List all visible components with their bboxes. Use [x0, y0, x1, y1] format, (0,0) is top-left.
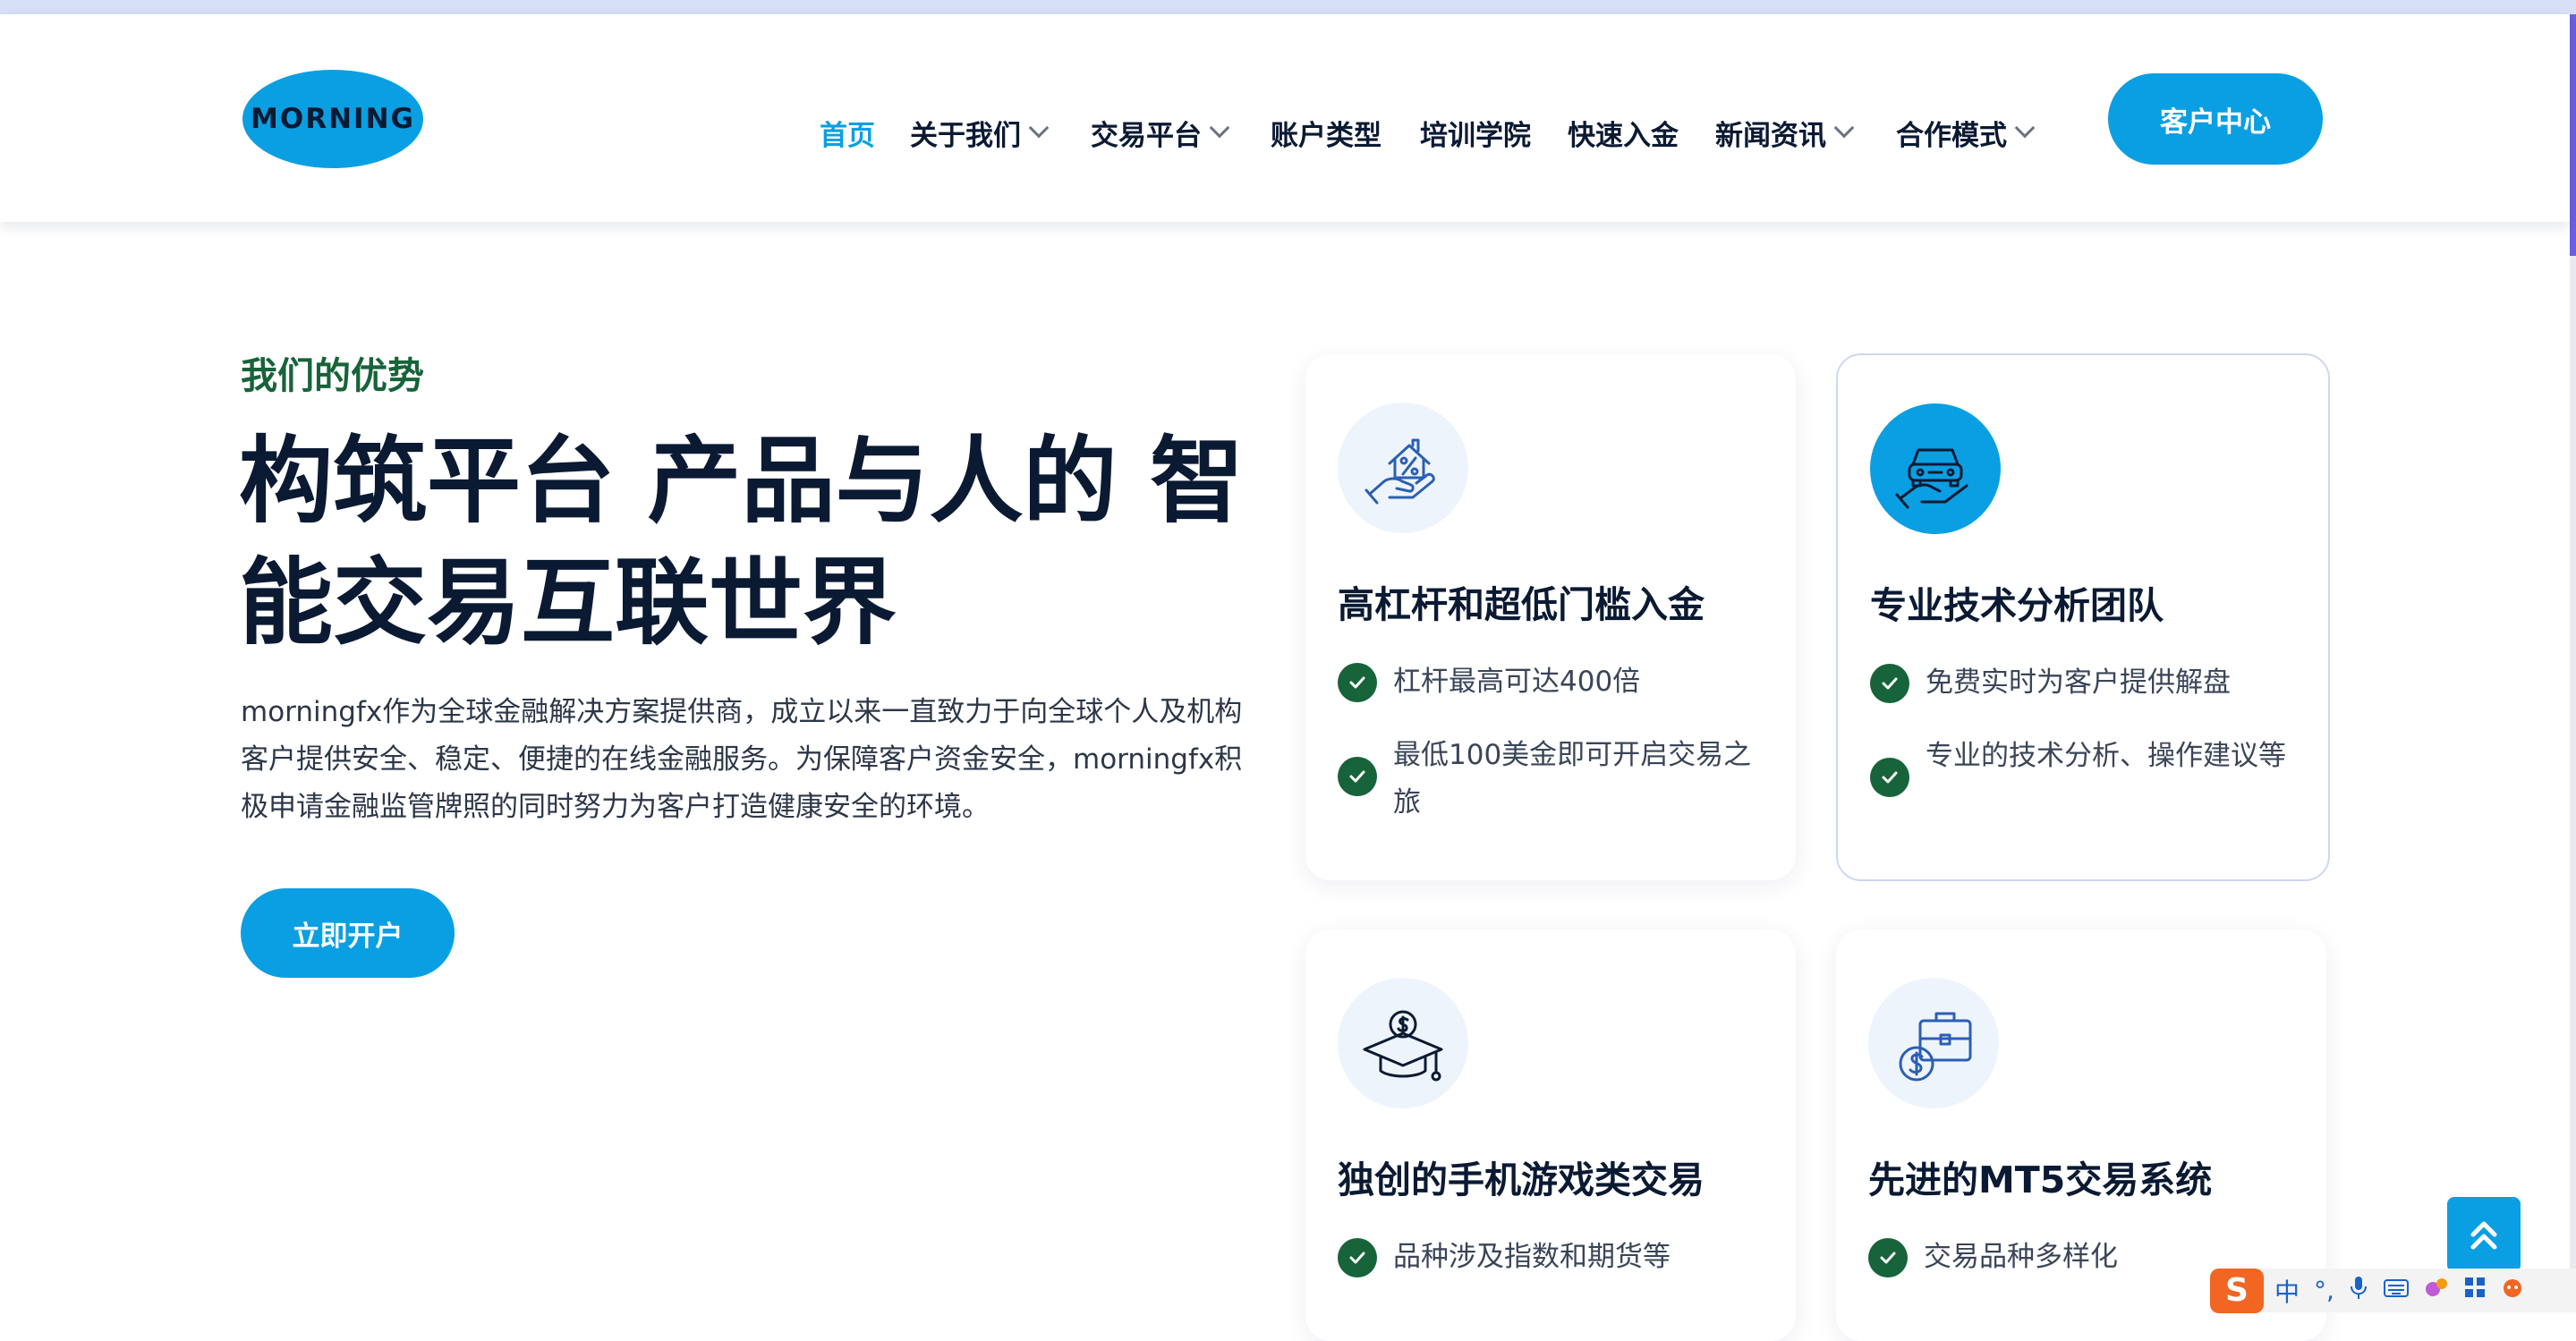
nav-item-academy[interactable]: 培训学院: [1420, 100, 1531, 165]
nav-item-account-types[interactable]: 账户类型: [1271, 100, 1382, 165]
skin-icon[interactable]: [2424, 1275, 2449, 1306]
nav-label: 交易平台: [1091, 119, 1202, 152]
headline-line-1: 构筑平台 产品与人的 智: [239, 427, 1245, 536]
logo[interactable]: MORNING: [242, 70, 423, 168]
nav-label: 关于我们: [910, 119, 1021, 152]
graduation-cap-dollar-icon: [1338, 978, 1468, 1108]
feature-text: 交易品种多样化: [1924, 1241, 2118, 1273]
headline-line-2: 能交易互联世界: [239, 548, 897, 658]
chevron-down-icon: [1028, 117, 1050, 139]
ime-logo[interactable]: S: [2210, 1268, 2264, 1313]
client-center-button[interactable]: 客户中心: [2108, 73, 2323, 165]
nav-label: 账户类型: [1271, 119, 1382, 152]
card-title: 专业技术分析团队: [1870, 584, 2164, 627]
ime-toolbar: S 中 °,: [2210, 1268, 2576, 1313]
open-account-label: 立即开户: [292, 920, 404, 953]
section-subtitle: 我们的优势: [241, 354, 424, 397]
nav-label: 合作模式: [1896, 119, 2007, 152]
feature-card-analysis-team: 专业技术分析团队 免费实时为客户提供解盘 专业的技术分析、操作建议等: [1836, 353, 2330, 881]
hero-description: morningfx作为全球金融解决方案提供商，成立以来一直致力于向全球个人及机构…: [241, 696, 1243, 823]
site-header: MORNING 首页 关于我们 交易平台 账户类型 培训学院 快速入金 新闻资讯…: [0, 14, 2570, 222]
feature-text: 杠杆最高可达400倍: [1393, 666, 1641, 698]
microphone-icon[interactable]: [2349, 1275, 2368, 1306]
scroll-to-top-button[interactable]: [2447, 1197, 2521, 1272]
house-in-hand-icon: [1338, 403, 1468, 533]
chevron-down-icon: [1209, 117, 1230, 139]
feature-text: 免费实时为客户提供解盘: [1926, 666, 2231, 699]
ime-mode-toggle[interactable]: 中: [2274, 1273, 2300, 1309]
chevron-down-icon: [2014, 117, 2036, 139]
nav-item-news[interactable]: 新闻资讯: [1715, 100, 1855, 165]
nav-item-about[interactable]: 关于我们: [910, 100, 1050, 165]
feature-card-leverage: 高杠杆和超低门槛入金 杠杆最高可达400倍 最低100美金即可开启交易之旅: [1305, 354, 1796, 880]
logo-text: MORNING: [251, 103, 415, 135]
card-title: 高杠杆和超低门槛入金: [1338, 583, 1705, 626]
keyboard-icon[interactable]: [2383, 1276, 2410, 1305]
scrollbar-thumb[interactable]: [2570, 14, 2576, 256]
car-in-hand-icon: [1870, 403, 2001, 534]
feature-item: 专业的技术分析、操作建议等: [1870, 733, 2301, 797]
feature-item: 品种涉及指数和期货等: [1338, 1234, 1769, 1281]
card-title: 独创的手机游戏类交易: [1338, 1159, 1705, 1201]
toolbox-icon[interactable]: [2463, 1276, 2487, 1305]
nav-item-home[interactable]: 首页: [820, 100, 875, 165]
feature-text: 最低100美金即可开启交易之旅: [1393, 739, 1752, 819]
feature-text: 品种涉及指数和期货等: [1393, 1241, 1671, 1273]
nav-item-platform[interactable]: 交易平台: [1091, 100, 1230, 165]
mascot-icon[interactable]: [2501, 1276, 2524, 1305]
feature-item: 杠杆最高可达400倍: [1338, 658, 1769, 706]
nav-label: 首页: [820, 119, 875, 152]
nav-label: 快速入金: [1568, 119, 1679, 152]
nav-label: 培训学院: [1420, 119, 1531, 152]
open-account-button[interactable]: 立即开户: [241, 888, 455, 978]
feature-item: 最低100美金即可开启交易之旅: [1338, 732, 1769, 827]
chevron-down-icon: [1833, 117, 1855, 139]
feature-text: 专业的技术分析、操作建议等: [1926, 740, 2286, 772]
check-circle-icon: [1870, 664, 1909, 703]
check-circle-icon: [1338, 757, 1377, 796]
browser-top-strip: [0, 0, 2576, 15]
nav-item-partnership[interactable]: 合作模式: [1896, 100, 2036, 165]
client-center-label: 客户中心: [2160, 106, 2271, 139]
ime-punctuation-toggle[interactable]: °,: [2314, 1276, 2334, 1305]
feature-card-mobile-game-trading: 独创的手机游戏类交易 品种涉及指数和期货等: [1305, 929, 1796, 1341]
nav-item-deposit[interactable]: 快速入金: [1568, 100, 1679, 165]
briefcase-dollar-icon: [1868, 978, 1999, 1108]
check-circle-icon: [1338, 663, 1377, 702]
check-circle-icon: [1338, 1238, 1377, 1277]
hero-headline: 构筑平台 产品与人的 智 能交易互联世界: [239, 420, 1259, 664]
card-title: 先进的MT5交易系统: [1868, 1159, 2213, 1201]
double-chevron-up-icon: [2470, 1221, 2497, 1250]
feature-item: 免费实时为客户提供解盘: [1870, 659, 2301, 707]
check-circle-icon: [1868, 1238, 1908, 1277]
nav-label: 新闻资讯: [1715, 119, 1826, 152]
check-circle-icon: [1870, 758, 1909, 797]
